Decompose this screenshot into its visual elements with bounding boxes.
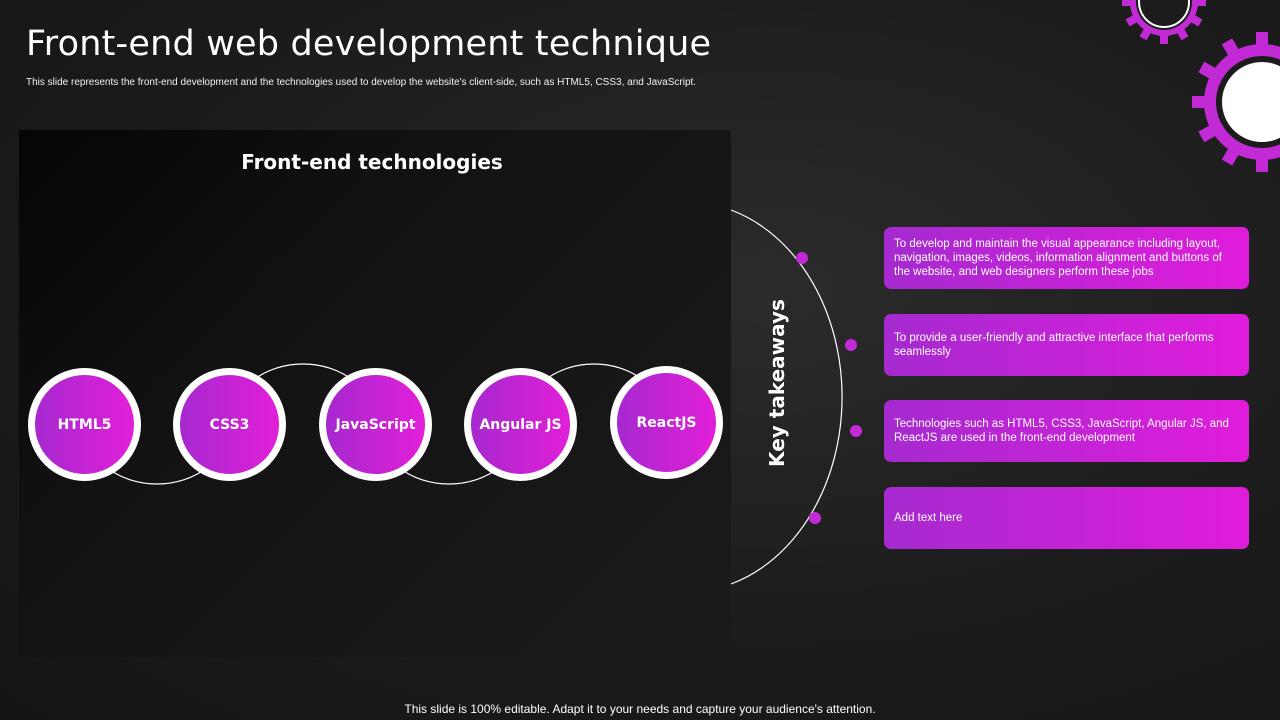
takeaway-box-1: To develop and maintain the visual appea… [884,227,1249,289]
arc-dot-3 [850,425,862,437]
arc-dot-1 [796,252,808,264]
arc-dot-2 [845,339,857,351]
takeaway-box-3: Technologies such as HTML5, CSS3, JavaSc… [884,400,1249,462]
takeaway-box-4[interactable]: Add text here [884,487,1249,549]
arc-dot-4 [809,512,821,524]
footer-note: This slide is 100% editable. Adapt it to… [404,702,876,716]
key-takeaways-label: Key takeaways [765,299,789,467]
takeaway-box-2: To provide a user-friendly and attractiv… [884,314,1249,376]
